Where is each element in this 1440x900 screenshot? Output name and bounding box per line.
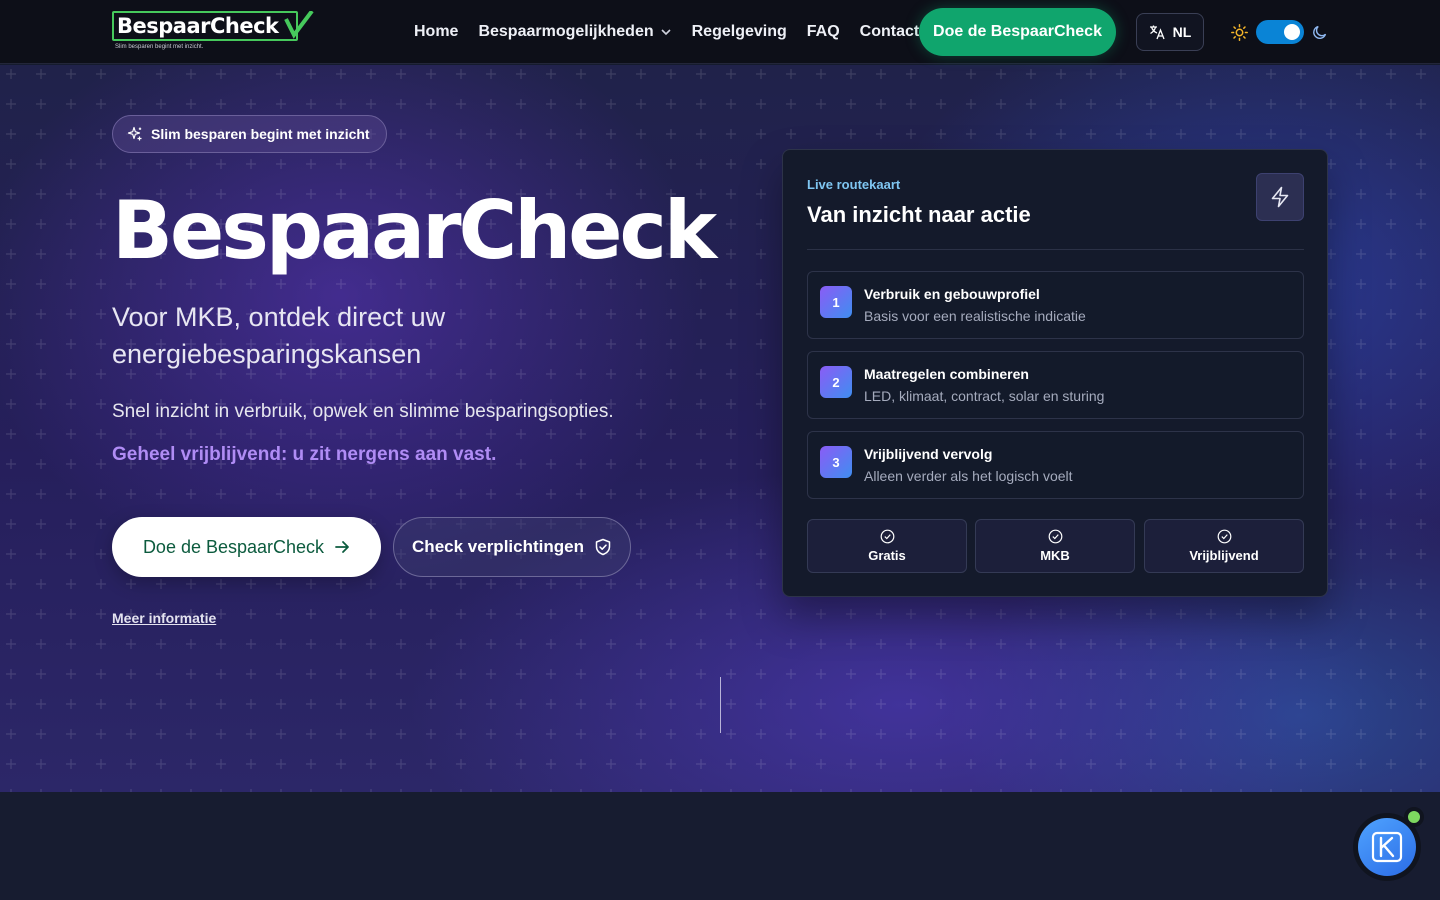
nav-faq[interactable]: FAQ <box>807 23 840 41</box>
chip-label: MKB <box>1040 548 1070 563</box>
route-step: 3 Vrijblijvend vervolg Alleen verder als… <box>807 431 1304 499</box>
chat-online-indicator <box>1404 807 1424 827</box>
arrow-right-icon <box>335 541 349 553</box>
chip-label: Gratis <box>868 548 906 563</box>
chat-logo-icon <box>1371 831 1403 863</box>
nav-bespaarmogelijkheden[interactable]: Bespaarmogelijkheden <box>478 23 671 41</box>
route-card: Live routekaart Van inzicht naar actie 1… <box>782 149 1328 597</box>
next-section <box>0 792 1440 900</box>
check-circle-icon <box>1217 529 1231 544</box>
nav-cta-button[interactable]: Doe de BespaarCheck <box>919 8 1116 56</box>
step-number: 3 <box>820 446 852 478</box>
start-check-button[interactable]: Doe de BespaarCheck <box>112 517 381 577</box>
nav-home-label: Home <box>414 23 459 40</box>
moon-icon <box>1313 25 1327 39</box>
nav-contact-label: Contact <box>859 23 920 40</box>
navbar: BespaarCheck Slim besparen begint met in… <box>0 0 1440 64</box>
nav-regelgeving-label: Regelgeving <box>691 23 787 40</box>
nav-contact[interactable]: Contact <box>860 23 920 41</box>
nav-bespaarmogelijkheden-label: Bespaarmogelijkheden <box>478 23 654 40</box>
more-info-link[interactable]: Meer informatie <box>112 610 216 626</box>
logo-check-icon <box>284 11 314 39</box>
chip-gratis: Gratis <box>807 519 967 573</box>
check-circle-icon <box>880 529 894 544</box>
sparkles-icon <box>127 126 142 141</box>
chevron-down-icon <box>661 29 671 36</box>
step-title: Vrijblijvend vervolg <box>864 446 993 462</box>
route-step: 2 Maatregelen combineren LED, klimaat, c… <box>807 351 1304 419</box>
nav-faq-label: FAQ <box>806 23 840 40</box>
nav-home[interactable]: Home <box>414 23 458 41</box>
main-nav: Home Bespaarmogelijkheden Regelgeving FA… <box>414 0 939 64</box>
step-description: Basis voor een realistische indicatie <box>864 308 1086 324</box>
logo[interactable]: BespaarCheck Slim besparen begint met in… <box>112 11 314 53</box>
hero-description: Snel inzicht in verbruik, opwek en slimm… <box>112 401 614 422</box>
step-description: Alleen verder als het logisch voelt <box>864 468 1073 484</box>
check-circle-icon <box>1048 529 1062 544</box>
scroll-indicator <box>720 677 721 733</box>
step-title: Maatregelen combineren <box>864 366 1029 382</box>
language-label: NL <box>1172 24 1192 40</box>
logo-tagline: Slim besparen begint met inzicht. <box>115 44 204 50</box>
check-obligations-button[interactable]: Check verplichtingen <box>393 517 631 577</box>
route-eyebrow: Live routekaart <box>807 177 901 192</box>
route-divider <box>807 249 1304 250</box>
chat-widget-avatar <box>1358 818 1416 876</box>
hero-subtitle: Voor MKB, ontdek direct uw energiebespar… <box>112 302 446 369</box>
theme-toggle[interactable] <box>1256 20 1304 44</box>
theme-toggle-knob <box>1284 24 1300 40</box>
translate-icon <box>1149 25 1165 40</box>
chip-vrijblijvend: Vrijblijvend <box>1144 519 1304 573</box>
step-description: LED, klimaat, contract, solar en sturing <box>864 388 1105 404</box>
check-obligations-label: Check verplichtingen <box>412 537 584 556</box>
bolt-icon <box>1271 186 1289 208</box>
nav-regelgeving[interactable]: Regelgeving <box>692 23 787 41</box>
chip-mkb: MKB <box>975 519 1135 573</box>
hero-badge: Slim besparen begint met inzicht <box>112 115 387 153</box>
hero-section: Slim besparen begint met inzicht Bespaar… <box>0 65 1440 792</box>
hero-title: BespaarCheck <box>112 184 717 277</box>
shield-check-icon <box>595 538 611 556</box>
hero-note: Geheel vrijblijvend: u zit nergens aan v… <box>112 444 497 465</box>
step-title: Verbruik en gebouwprofiel <box>864 286 1040 302</box>
hero-badge-label: Slim besparen begint met inzicht <box>151 126 370 142</box>
logo-text: BespaarCheck <box>117 14 279 38</box>
route-step: 1 Verbruik en gebouwprofiel Basis voor e… <box>807 271 1304 339</box>
step-number: 2 <box>820 366 852 398</box>
start-check-label: Doe de BespaarCheck <box>142 536 325 557</box>
language-switcher[interactable]: NL <box>1136 13 1204 51</box>
route-chips: Gratis MKB Vrijblijvend <box>807 519 1304 573</box>
chip-label: Vrijblijvend <box>1189 548 1259 563</box>
route-bolt-badge <box>1256 173 1304 221</box>
sun-icon <box>1231 24 1248 41</box>
route-title: Van inzicht naar actie <box>807 202 1031 227</box>
step-number: 1 <box>820 286 852 318</box>
